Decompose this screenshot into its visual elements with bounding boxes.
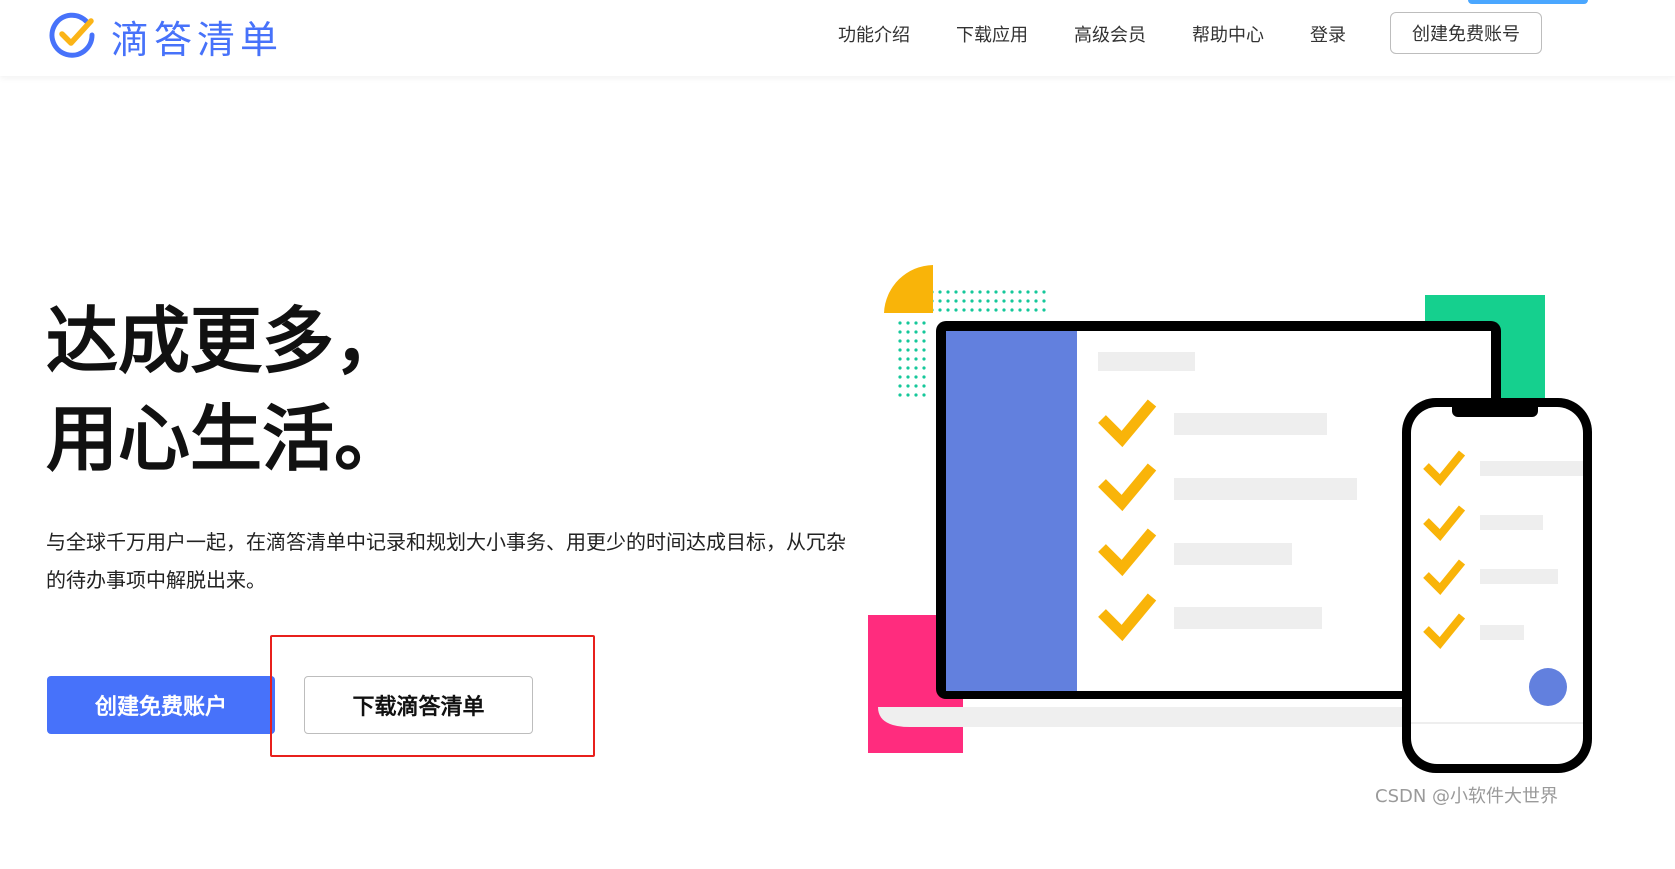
laptop-base	[878, 707, 1450, 727]
phone-add-button	[1529, 668, 1567, 706]
nav-item-login[interactable]: 登录	[1310, 22, 1346, 50]
brand-logo[interactable]: 滴答清单	[47, 10, 283, 62]
brand-name: 滴答清单	[111, 17, 284, 62]
top-navigation-bar: 滴答清单 功能介绍 下载应用 高级会员 帮助中心 登录 创建免费账号	[0, 0, 1675, 76]
create-free-account-button[interactable]: 创建免费账户	[47, 676, 275, 734]
phone-notch	[1452, 401, 1538, 417]
devices-illustration	[868, 265, 1592, 773]
corner-accent-bar	[1468, 0, 1588, 4]
nav-item-premium[interactable]: 高级会员	[1074, 22, 1146, 50]
hero-description: 与全球千万用户一起，在滴答清单中记录和规划大小事务、用更少的时间达成目标，从冗杂…	[46, 530, 846, 592]
nav-item-help[interactable]: 帮助中心	[1192, 22, 1264, 50]
headline-line-1: 达成更多，	[46, 299, 407, 383]
check-circle-icon	[49, 12, 95, 58]
nav-item-features[interactable]: 功能介绍	[838, 22, 910, 50]
red-highlight-annotation	[270, 635, 595, 757]
nav-item-download[interactable]: 下载应用	[956, 22, 1028, 50]
orange-quarter-circle	[884, 265, 933, 313]
headline-line-2: 用心生活。	[46, 397, 407, 481]
create-account-button[interactable]: 创建免费账号	[1390, 12, 1542, 54]
watermark-text: CSDN @小软件大世界	[1375, 786, 1559, 807]
laptop-sidebar-panel	[946, 331, 1077, 691]
main-nav: 功能介绍 下载应用 高级会员 帮助中心 登录	[838, 22, 1392, 50]
hero-headline: 达成更多， 用心生活。	[46, 292, 406, 488]
